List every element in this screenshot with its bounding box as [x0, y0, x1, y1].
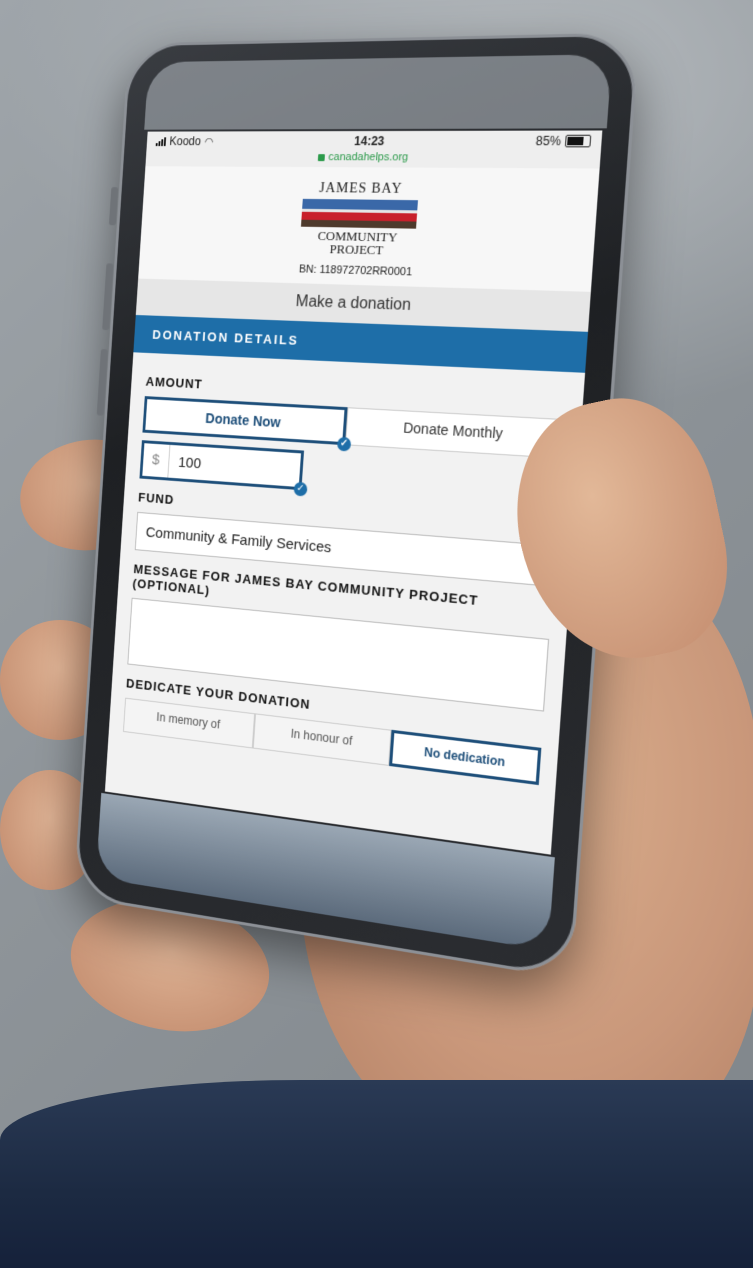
- signal-icon: [155, 136, 167, 147]
- logo-text-top: JAMES BAY: [318, 181, 403, 197]
- sleeve: [0, 1080, 753, 1268]
- amount-field: $ ✓: [139, 440, 308, 497]
- org-header: JAMES BAY COMMUNITY PROJECT BN: 11897270…: [138, 166, 600, 292]
- carrier-name: Koodo: [169, 134, 202, 149]
- status-left: Koodo ◠: [155, 134, 214, 149]
- no-dedication-button[interactable]: No dedication: [389, 729, 542, 786]
- phone-glass-top: [144, 54, 613, 130]
- url-text: canadahelps.org: [328, 151, 409, 164]
- donate-now-label: Donate Now: [204, 410, 282, 431]
- status-time: 14:23: [353, 134, 385, 149]
- donation-form: AMOUNT Donate Now ✓ Donate Monthly $ ✓ F…: [108, 352, 585, 797]
- status-right: 85%: [535, 133, 592, 149]
- currency-symbol: $: [142, 443, 171, 478]
- in-memory-of-button[interactable]: In memory of: [122, 697, 255, 749]
- donate-now-button[interactable]: Donate Now ✓: [142, 396, 352, 452]
- status-bar: Koodo ◠ 14:23 85%: [146, 130, 603, 152]
- in-honour-of-button[interactable]: In honour of: [252, 713, 392, 766]
- wifi-icon: ◠: [204, 135, 214, 148]
- org-logo: JAMES BAY COMMUNITY PROJECT: [299, 181, 419, 257]
- battery-percent: 85%: [535, 133, 562, 149]
- logo-graphic: [300, 198, 418, 229]
- check-icon: ✓: [293, 481, 308, 497]
- logo-text-project: PROJECT: [329, 241, 384, 258]
- amount-input[interactable]: [168, 444, 293, 487]
- check-icon: ✓: [336, 436, 352, 452]
- lock-icon: [317, 153, 325, 161]
- fund-selected-value: Community & Family Services: [145, 523, 332, 556]
- battery-icon: [564, 134, 592, 148]
